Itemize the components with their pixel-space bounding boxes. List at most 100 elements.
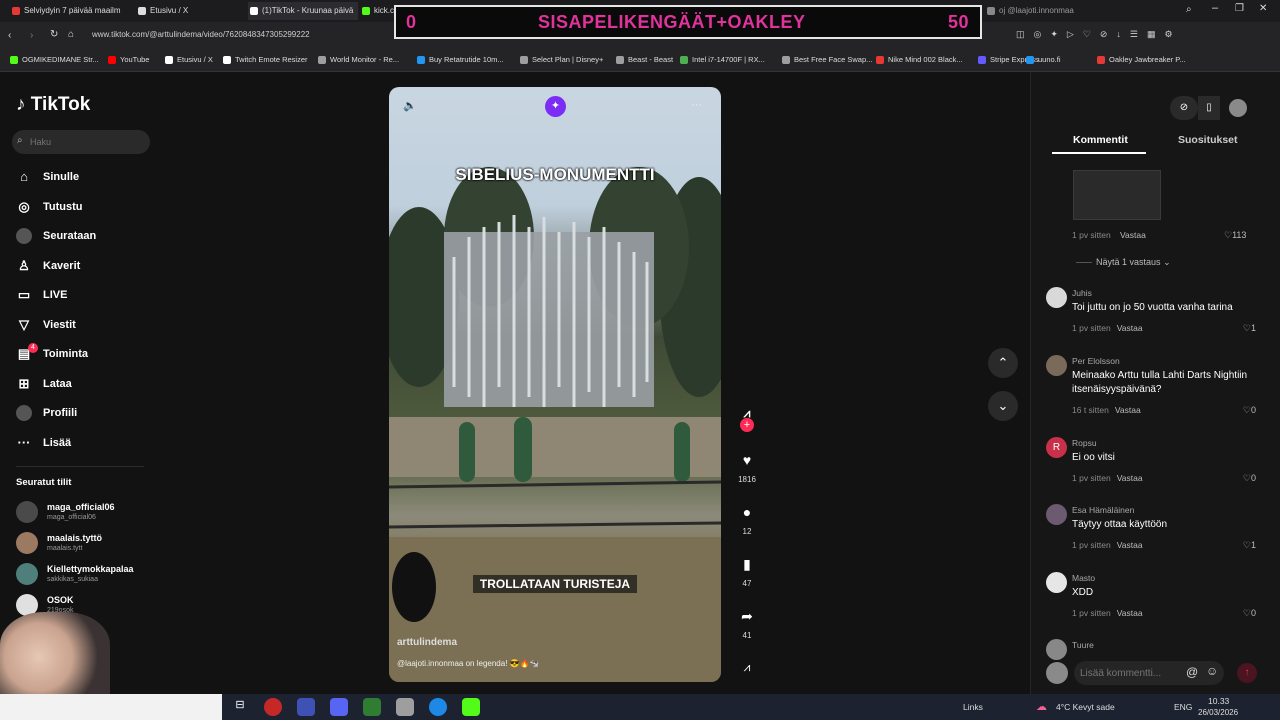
following-item[interactable]: maalais.tyttö maalais.tytt	[16, 529, 166, 555]
comment-author[interactable]: Tuure	[1072, 640, 1094, 650]
comment-avatar[interactable]	[1046, 572, 1067, 593]
follow-button[interactable]: +	[740, 418, 754, 432]
maximize-icon[interactable]: ❐	[1235, 3, 1244, 14]
taskbar-language[interactable]: ENG	[1174, 702, 1192, 712]
reply-button[interactable]: Vastaa	[1117, 323, 1143, 333]
comment-like-button[interactable]: ♡0	[1243, 473, 1256, 484]
share-button[interactable]: ➦ 41	[734, 603, 760, 640]
device-icon[interactable]: ▯	[1198, 96, 1220, 120]
comment-image-thumbnail[interactable]	[1073, 170, 1161, 220]
comment-avatar[interactable]	[1046, 504, 1067, 525]
kick-app-icon[interactable]	[462, 698, 480, 716]
comment-like-button[interactable]: ♡0	[1243, 608, 1256, 619]
url-field[interactable]: www.tiktok.com/@arttulindema/video/76208…	[92, 30, 310, 39]
mention-icon[interactable]: @	[1186, 665, 1198, 679]
comment-avatar[interactable]	[1046, 639, 1067, 660]
comment-like-button[interactable]: ♡1	[1243, 540, 1256, 551]
bookmark-item[interactable]: Nike Mind 002 Black...	[876, 55, 963, 64]
bookmark-item[interactable]: Intel i7-14700F | RX...	[680, 55, 765, 64]
following-item[interactable]: maga_official06 maga_official06	[16, 498, 166, 524]
reply-button[interactable]: Vastaa	[1117, 473, 1143, 483]
browser-tab-active[interactable]: (1)TikTok - Kruunaa päivä	[248, 2, 358, 20]
tab-recommendations[interactable]: Suositukset	[1178, 134, 1238, 146]
bookmark-item[interactable]: Select Plan | Disney+	[520, 55, 603, 64]
sidebar-item-following[interactable]: ● Seurataan	[16, 225, 146, 247]
minimize-icon[interactable]: –	[1212, 2, 1218, 14]
reply-button[interactable]: Vastaa	[1115, 405, 1141, 415]
close-icon[interactable]: ✕	[1259, 3, 1267, 14]
search-box[interactable]: ⌕	[12, 130, 150, 154]
comment-author[interactable]: Esa Hämäläinen	[1072, 505, 1134, 515]
bookmark-item[interactable]: OGMIKEDIMANE Str...	[10, 55, 99, 64]
sidebar-item-messages[interactable]: ▽ Viestit	[16, 314, 146, 336]
taskbar-search[interactable]	[0, 694, 222, 720]
reload-icon[interactable]: ↻	[50, 29, 58, 40]
edge-icon[interactable]	[429, 698, 447, 716]
bookmark-item[interactable]: Etusivu / X	[165, 55, 213, 64]
top-comment-reply[interactable]: Vastaa	[1120, 230, 1146, 240]
comment-button[interactable]: ● 12	[734, 499, 760, 536]
store-icon[interactable]	[396, 698, 414, 716]
opera-icon[interactable]	[264, 698, 282, 716]
comment-author[interactable]: Ropsu	[1072, 438, 1097, 448]
comment-author[interactable]: Per Elolsson	[1072, 356, 1120, 366]
sidebar-item-more[interactable]: ··· Lisää	[16, 432, 146, 454]
taskbar-time[interactable]: 10.33	[1208, 696, 1229, 706]
video-author[interactable]: arttulindema	[397, 637, 457, 648]
home-icon[interactable]: ⌂	[68, 29, 74, 40]
more-icon[interactable]: ···	[691, 99, 702, 111]
search-input[interactable]	[30, 134, 140, 150]
comment-avatar[interactable]	[1046, 287, 1067, 308]
search-icon[interactable]: ⌕	[1186, 4, 1192, 15]
browser-tab[interactable]: Selviydyin 7 päivää maailm	[10, 2, 130, 20]
taskbar-date[interactable]: 26/03/2026	[1198, 708, 1238, 717]
comment-avatar[interactable]: R	[1046, 437, 1067, 458]
add-comment-input[interactable]	[1080, 665, 1185, 681]
like-button[interactable]: ♥ 1816	[734, 447, 760, 484]
bookmark-item[interactable]: Twitch Emote Resizer	[223, 55, 308, 64]
bookmark-item[interactable]: uuno.fi	[1026, 55, 1061, 64]
browser-tab[interactable]: oj @laajoti.innonmaa on	[985, 2, 1075, 20]
comment-author[interactable]: Masto	[1072, 573, 1095, 583]
comment-like-button[interactable]: ♡0	[1243, 405, 1256, 416]
top-comment-likes[interactable]: ♡113	[1224, 230, 1246, 241]
sidebar-item-live[interactable]: ▭ LIVE	[16, 284, 146, 306]
sidebar-item-explore[interactable]: ◎ Tutustu	[16, 196, 146, 218]
bookmark-item[interactable]: YouTube	[108, 55, 149, 64]
bookmark-item[interactable]: Buy Retatrutide 10m...	[417, 55, 504, 64]
reply-button[interactable]: Vastaa	[1117, 608, 1143, 618]
app-icon[interactable]	[297, 698, 315, 716]
sidebar-item-for-you[interactable]: ⌂ Sinulle	[16, 166, 146, 188]
video-player[interactable]: 🔈 ✦ ··· SIBELIUS-MONUMENTTI TROLLATAAN T…	[389, 87, 721, 682]
obs-icon[interactable]	[363, 698, 381, 716]
following-item[interactable]: Kiellettymokkapalaa sakkikas_sukiaa	[16, 560, 166, 586]
add-comment-box[interactable]: @ ☺	[1074, 661, 1224, 685]
next-video-button[interactable]: ⌄	[988, 391, 1018, 421]
extension-icons[interactable]: ◫◎✦▷♡⊘↓☰▦⚙	[1016, 29, 1182, 40]
browser-tab[interactable]: Etusivu / X	[136, 2, 246, 20]
task-view-icon[interactable]: ⊟	[231, 698, 249, 716]
forward-icon[interactable]: ›	[30, 30, 33, 41]
reply-button[interactable]: Vastaa	[1117, 540, 1143, 550]
tab-comments[interactable]: Kommentit	[1073, 134, 1128, 146]
sidebar-item-friends[interactable]: ♙ Kaverit	[16, 255, 146, 277]
back-icon[interactable]: ‹	[8, 30, 11, 41]
comment-author[interactable]: Juhis	[1072, 288, 1092, 298]
tiktok-logo[interactable]: ♪ TikTok	[16, 94, 90, 116]
effect-icon[interactable]: ✦	[545, 96, 566, 117]
taskbar-weather[interactable]: 4°C Kevyt sade	[1056, 702, 1115, 712]
discord-icon[interactable]	[330, 698, 348, 716]
bookmark-item[interactable]: Beast - Beast	[616, 55, 673, 64]
send-comment-button[interactable]: ↑	[1237, 663, 1257, 683]
comment-avatar[interactable]	[1046, 355, 1067, 376]
bookmark-item[interactable]: Oakley Jawbreaker P...	[1097, 55, 1186, 64]
sidebar-item-upload[interactable]: ⊞ Lataa	[16, 373, 146, 395]
previous-video-button[interactable]: ⌃	[988, 348, 1018, 378]
save-button[interactable]: ▮ 47	[734, 551, 760, 588]
show-replies-button[interactable]: Näytä 1 vastaus ⌄	[1076, 257, 1171, 268]
sidebar-item-profile[interactable]: ● Profiili	[16, 402, 146, 424]
comment-like-button[interactable]: ♡1	[1243, 323, 1256, 334]
volume-icon[interactable]: 🔈	[403, 99, 417, 112]
taskbar-links[interactable]: Links	[963, 702, 983, 712]
profile-avatar[interactable]	[1229, 99, 1247, 117]
